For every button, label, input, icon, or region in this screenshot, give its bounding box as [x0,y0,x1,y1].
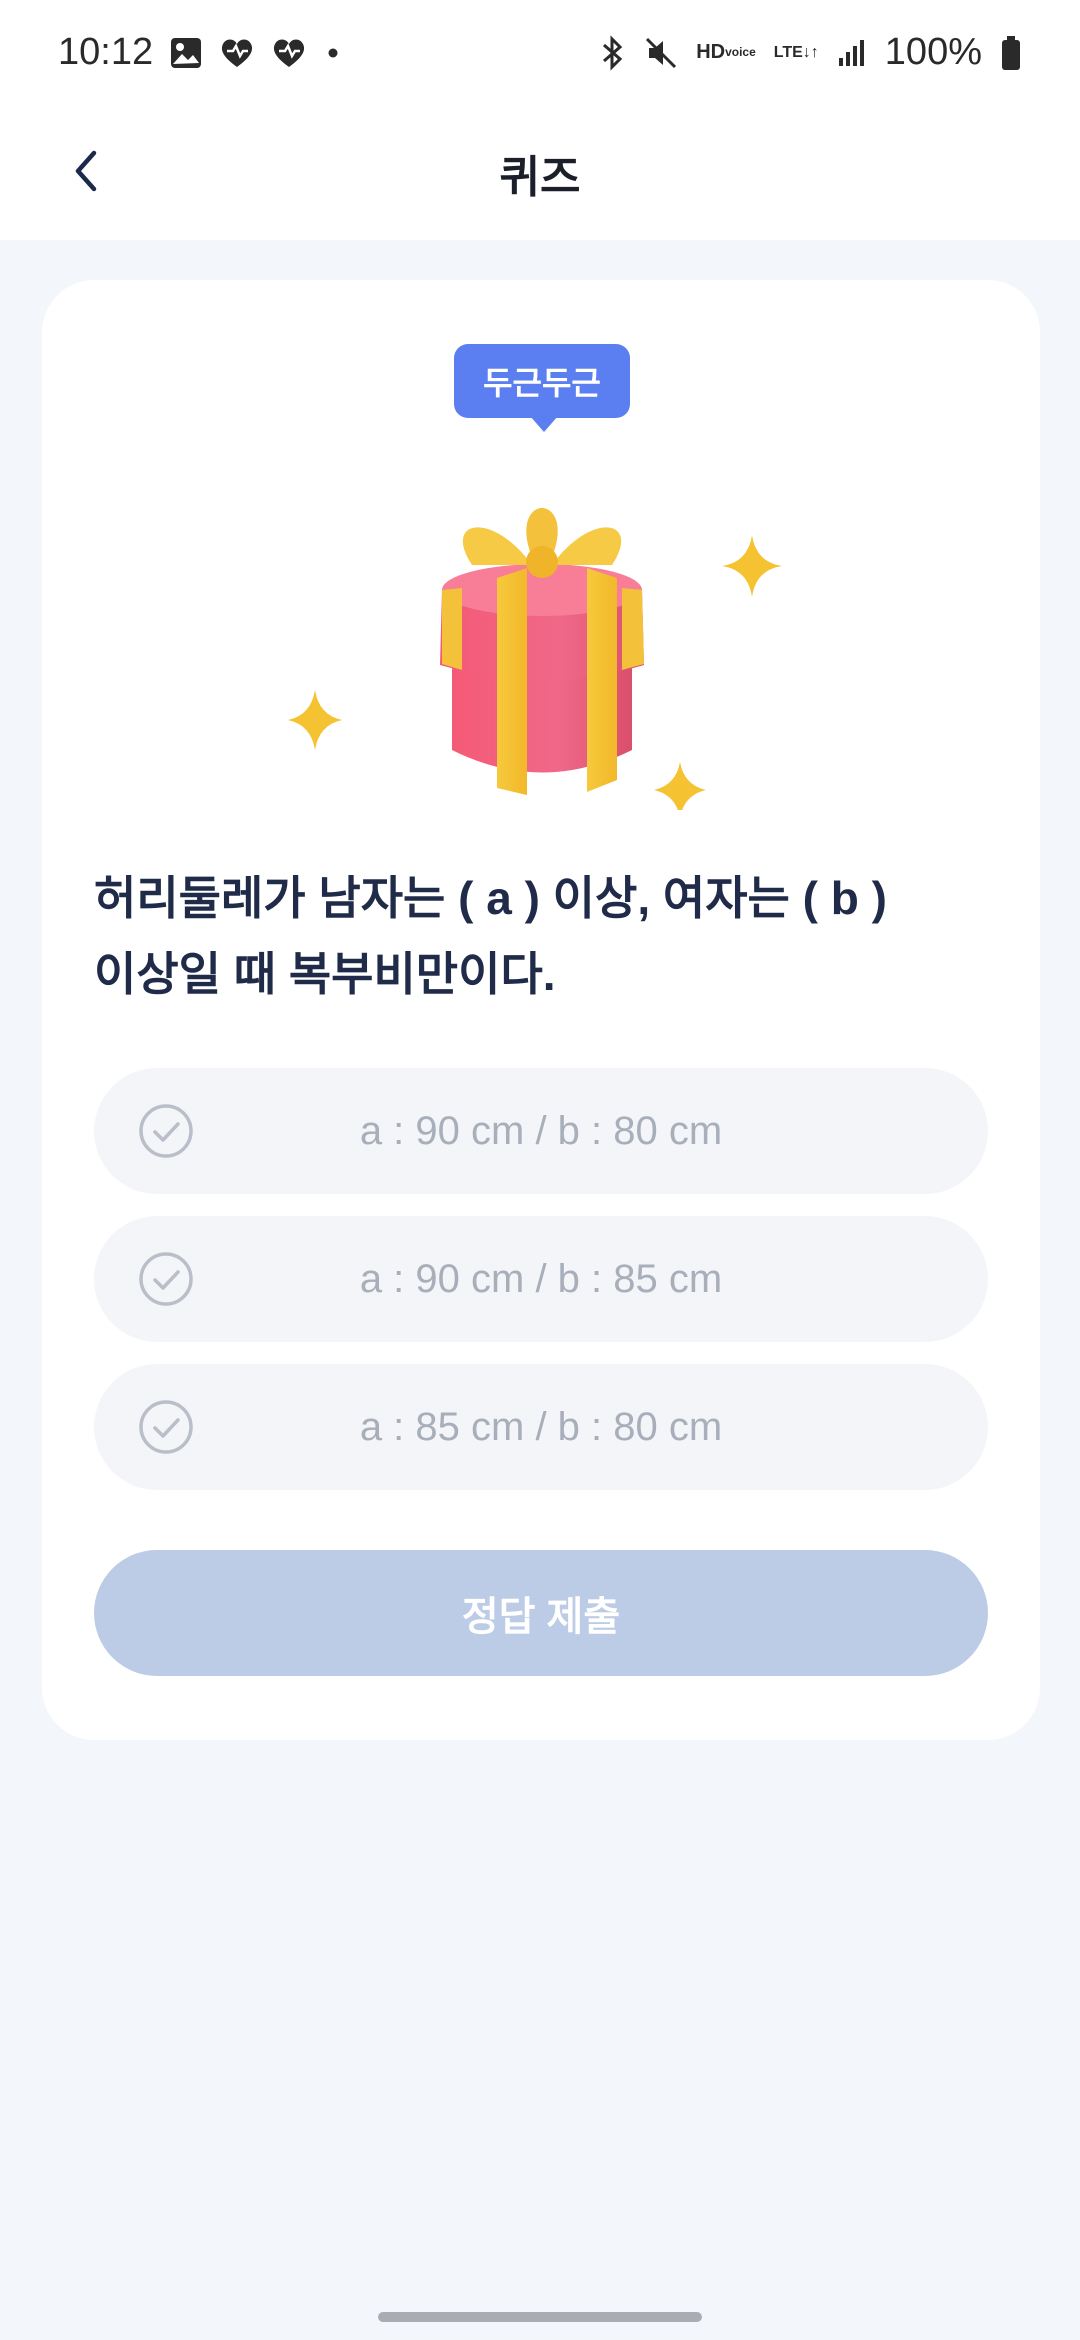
voice-label: voice [725,45,756,59]
answer-option-label: a : 90 cm / b : 85 cm [359,1256,723,1301]
status-time: 10:12 [58,31,154,73]
bluetooth-icon [600,34,626,71]
check-circle-icon [139,1104,193,1158]
heart-icon [271,37,307,69]
lte-label: LTE [773,44,803,61]
answer-option-label: a : 85 cm / b : 80 cm [359,1404,723,1449]
signal-icon [837,38,867,68]
status-right: HD voice LTE ↓↑ 100% [600,31,1022,74]
question-line-1: 허리둘레가 남자는 ( a ) 이상, 여자는 ( b ) [94,872,887,924]
answer-option-label: a : 90 cm / b : 80 cm [359,1108,723,1153]
question-line-2: 이상일 때 복부비만이다. [94,948,556,1000]
back-button[interactable] [50,135,122,207]
back-icon [75,150,97,192]
badge-tail [530,416,558,432]
battery-percent: 100% [884,31,982,73]
status-bar: 10:12 HD voice LTE ↓↑ 100% [0,0,1080,105]
home-indicator[interactable] [378,2312,702,2322]
page-title: 퀴즈 [499,152,581,202]
answer-option-2[interactable]: a : 90 cm / b : 85 cm [94,1216,988,1342]
quiz-question: 허리둘레가 남자는 ( a ) 이상, 여자는 ( b ) 이상일 때 복부비만… [94,860,994,1012]
status-left: 10:12 [58,31,343,74]
answer-option-1[interactable]: a : 90 cm / b : 80 cm [94,1068,988,1194]
check-circle-icon [139,1400,193,1454]
notification-dot-icon [323,43,343,63]
mood-badge: 두근두근 [454,344,630,418]
answer-option-3[interactable]: a : 85 cm / b : 80 cm [94,1364,988,1490]
submit-answer-button[interactable]: 정답 제출 [94,1550,988,1676]
check-circle-icon [139,1252,193,1306]
quiz-card: 두근두근 허리둘레가 남자는 (a) 이상, 여자는 (b) 이상일 때… [42,280,1040,1740]
answer-options: a : 90 cm / b : 80 cm a : 90 cm / b : 85… [94,1068,988,1512]
gift-illustration [288,508,782,810]
battery-icon [1000,35,1022,71]
app-bar: 퀴즈 [0,105,1080,240]
hd-voice-icon: HD voice [696,41,756,63]
mute-icon [644,36,678,70]
lte-icon: LTE ↓↑ [773,44,819,61]
hd-label: HD [696,41,726,63]
gallery-icon [169,36,203,70]
lte-arrows-icon: ↓↑ [802,44,819,61]
heart-icon [219,37,255,69]
